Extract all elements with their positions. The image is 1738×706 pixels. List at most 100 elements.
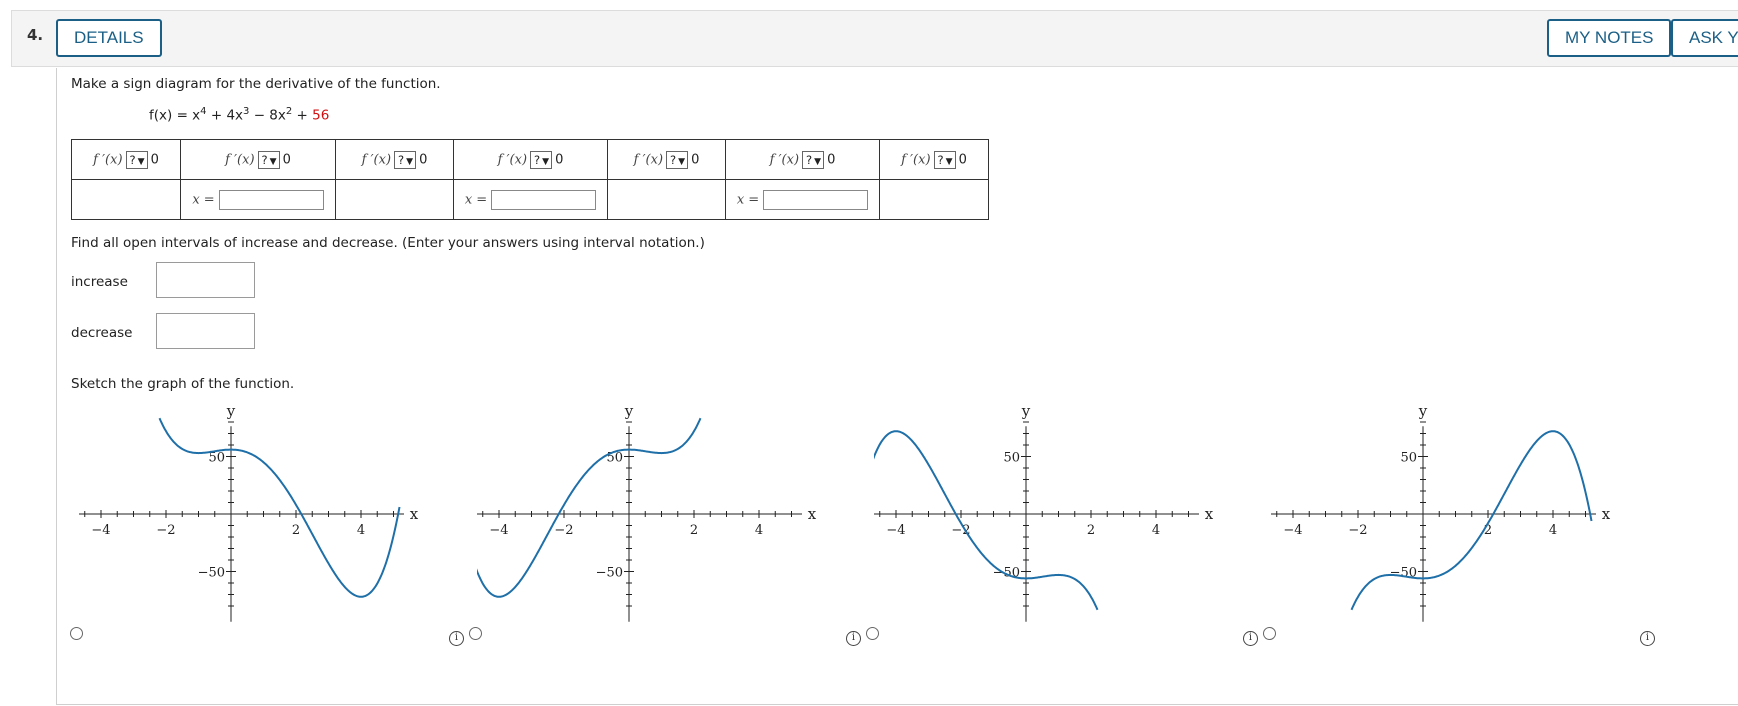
- my-notes-button[interactable]: MY NOTES: [1547, 19, 1672, 57]
- graph-option-1: −4 −2 2 450−50yx: [79, 404, 419, 622]
- x-tick-label: −4: [886, 523, 905, 538]
- info-icon[interactable]: i: [449, 631, 464, 646]
- sign-select-value: ?: [670, 152, 677, 167]
- x-tick-label: 2: [1484, 523, 1492, 538]
- function-lhs: f(x) = x: [149, 107, 201, 124]
- critical-cell: x =: [180, 179, 336, 220]
- increase-label: increase: [71, 274, 128, 290]
- function-curve: [874, 430, 1099, 611]
- x-axis-label: x: [808, 505, 817, 523]
- chevron-down-icon: ▼: [137, 156, 145, 167]
- zero-label: 0: [150, 152, 159, 167]
- y-axis-label: y: [226, 404, 236, 420]
- derivative-label: f ′(x): [497, 152, 528, 167]
- chevron-down-icon: ▼: [406, 156, 414, 167]
- zero-label: 0: [691, 152, 700, 167]
- sign-select[interactable]: ? ▼: [530, 150, 553, 169]
- sketch-instruction: Sketch the graph of the function.: [71, 376, 295, 392]
- function-constant: 56: [312, 107, 330, 124]
- sign-cell: f ′(x)? ▼ 0: [335, 139, 454, 180]
- x-tick-label: 2: [690, 523, 698, 538]
- chevron-down-icon: ▼: [269, 156, 277, 167]
- graph-option-4-radio[interactable]: [1263, 627, 1276, 640]
- sign-select-value: ?: [937, 152, 944, 167]
- critical-point-input[interactable]: [763, 189, 869, 210]
- sign-select-value: ?: [806, 152, 813, 167]
- y-axis-label: y: [624, 404, 634, 420]
- decrease-input[interactable]: [156, 313, 255, 349]
- y-tick-label: 50: [1400, 451, 1417, 466]
- critical-point-input[interactable]: [491, 189, 597, 210]
- x-tick-label: 2: [1087, 523, 1095, 538]
- sign-select[interactable]: ? ▼: [394, 150, 417, 169]
- intervals-instruction: Find all open intervals of increase and …: [71, 235, 705, 251]
- sign-select[interactable]: ? ▼: [802, 150, 825, 169]
- x-tick-label: 4: [755, 523, 763, 538]
- sign-cell: f ′(x)? ▼ 0: [180, 139, 336, 180]
- empty-cell: [607, 179, 726, 220]
- info-icon[interactable]: i: [1640, 631, 1655, 646]
- x-axis-label: x: [410, 505, 419, 523]
- critical-point-input[interactable]: [218, 189, 324, 210]
- y-axis-label: y: [1418, 404, 1428, 420]
- function-plus: +: [292, 107, 313, 124]
- x-tick-label: −2: [156, 523, 175, 538]
- question-number: 4.: [27, 26, 44, 44]
- info-icon[interactable]: i: [1243, 631, 1258, 646]
- x-tick-label: −4: [489, 523, 508, 538]
- graph-option-1-radio[interactable]: [70, 627, 83, 640]
- sign-diagram-table: f ′(x)? ▼ 0 f ′(x)? ▼ 0 f ′(x)? ▼ 0 f ′(x)? ▼ 0 …: [71, 139, 989, 220]
- x-tick-label: 2: [292, 523, 300, 538]
- derivative-label: f ′(x): [769, 152, 800, 167]
- chevron-down-icon: ▼: [814, 156, 822, 167]
- x-tick-label: 4: [1152, 523, 1160, 538]
- x-tick-label: −2: [554, 523, 573, 538]
- derivative-label: f ′(x): [361, 152, 392, 167]
- x-tick-label: 4: [1549, 523, 1557, 538]
- zero-label: 0: [958, 152, 967, 167]
- sign-select[interactable]: ? ▼: [257, 150, 280, 169]
- x-axis-label: x: [1602, 505, 1611, 523]
- graph-option-3-radio[interactable]: [866, 627, 879, 640]
- zero-label: 0: [282, 152, 291, 167]
- derivative-label: f ′(x): [93, 152, 123, 167]
- sign-select[interactable]: ? ▼: [125, 150, 148, 169]
- y-tick-label: 50: [1003, 451, 1020, 466]
- empty-cell: [71, 179, 181, 220]
- derivative-label: f ′(x): [901, 152, 931, 167]
- sign-cell: f ′(x)? ▼ 0: [71, 139, 181, 180]
- x-equals-label: x =: [464, 192, 488, 207]
- increase-input[interactable]: [156, 262, 255, 298]
- critical-cell: x =: [453, 179, 608, 220]
- x-tick-label: −4: [1283, 523, 1302, 538]
- x-equals-label: x =: [192, 192, 215, 207]
- function-term3: − 8x: [249, 107, 286, 124]
- question-header: [11, 10, 1738, 67]
- y-axis-label: y: [1021, 404, 1031, 420]
- sign-select-value: ?: [129, 152, 136, 167]
- graph-option-2-radio[interactable]: [469, 627, 482, 640]
- function-term2: + 4x: [206, 107, 244, 124]
- sign-select[interactable]: ? ▼: [933, 150, 956, 169]
- empty-cell: [335, 179, 454, 220]
- sign-select-value: ?: [534, 152, 541, 167]
- chevron-down-icon: ▼: [945, 156, 953, 167]
- graph-option-4: −4 −2 2 450−50yx: [1271, 404, 1611, 622]
- sign-cell: f ′(x)? ▼ 0: [607, 139, 726, 180]
- ask-your-teacher-button[interactable]: ASK YC: [1671, 19, 1738, 57]
- y-tick-label: −50: [596, 566, 623, 581]
- details-button[interactable]: DETAILS: [56, 19, 162, 57]
- zero-label: 0: [827, 152, 836, 167]
- sign-select[interactable]: ? ▼: [666, 150, 689, 169]
- derivative-label: f ′(x): [633, 152, 664, 167]
- chevron-down-icon: ▼: [678, 156, 686, 167]
- function-curve: [158, 417, 401, 598]
- x-equals-label: x =: [736, 192, 760, 207]
- sign-cell: f ′(x)? ▼ 0: [725, 139, 880, 180]
- derivative-label: f ′(x): [225, 152, 255, 167]
- graph-option-2: −4 −2 2 450−50yx: [477, 404, 817, 622]
- x-tick-label: −4: [91, 523, 110, 538]
- sign-diagram-instruction: Make a sign diagram for the derivative o…: [71, 76, 441, 92]
- info-icon[interactable]: i: [846, 631, 861, 646]
- empty-cell: [879, 179, 989, 220]
